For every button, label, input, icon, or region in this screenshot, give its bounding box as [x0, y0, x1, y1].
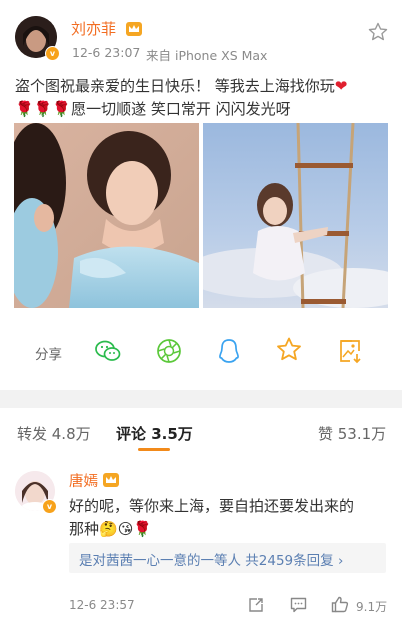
- comment-text-line2: 那种🤔😘🌹: [69, 520, 153, 538]
- red-heart-icon: ❤: [334, 77, 348, 95]
- comment-item: v 唐嫣 好的呢，等你来上海，要自拍还要发出来的 那种🤔😘🌹 是对茜茜一心一意的…: [0, 456, 402, 629]
- rose-icon: 🌹: [15, 100, 34, 118]
- favorite-share-star-icon[interactable]: [275, 336, 303, 364]
- comment-time: 12-6 23:57: [69, 598, 135, 612]
- qq-icon[interactable]: [215, 337, 243, 365]
- favorite-star-icon[interactable]: [368, 22, 388, 42]
- reply-thread-link[interactable]: 是对茜茜一心一意的一等人 共2459条回复 ›: [69, 543, 386, 573]
- share-label: 分享: [35, 347, 62, 363]
- comment-like-count: 9.1万: [356, 600, 388, 614]
- post-photo-2[interactable]: [203, 123, 388, 308]
- interaction-tabs: 转发 4.8万 评论 3.5万 赞 53.1万: [0, 408, 402, 456]
- smirk-emoji-icon: 🤔: [99, 520, 118, 538]
- tab-repost[interactable]: 转发 4.8万: [17, 423, 91, 444]
- tab-like[interactable]: 赞 53.1万: [318, 423, 386, 444]
- tab-comment[interactable]: 评论 3.5万: [116, 423, 193, 444]
- crown-icon: [103, 473, 119, 487]
- rose-icon: 🌹: [52, 100, 72, 118]
- commenter-name[interactable]: 唐嫣: [69, 470, 98, 491]
- tab-active-indicator: [138, 448, 170, 451]
- thumbs-up-icon[interactable]: [331, 596, 349, 613]
- moments-icon[interactable]: [155, 337, 183, 365]
- comment-text-line1: 好的呢，等你来上海，要自拍还要发出来的: [69, 497, 355, 515]
- post-time: 12-6 23:07: [72, 45, 141, 60]
- verified-badge-icon: v: [42, 499, 57, 514]
- post-text-line1: 盗个图祝最亲爱的生日快乐！ 等我去上海找你玩❤: [15, 74, 347, 99]
- verified-badge-icon: v: [45, 46, 60, 61]
- post-source: 来自 iPhone XS Max: [146, 48, 268, 63]
- rose-icon: 🌹: [33, 100, 53, 118]
- rose-icon: 🌹: [133, 520, 153, 538]
- wechat-icon[interactable]: [94, 337, 122, 365]
- reply-comment-icon[interactable]: [290, 597, 307, 613]
- share-comment-icon[interactable]: [248, 597, 264, 613]
- post-photo-1[interactable]: [14, 123, 199, 308]
- kiss-emoji-icon: 😘: [117, 520, 134, 538]
- post-card: v 刘亦菲 12-6 23:07 来自 iPhone XS Max 盗个图祝最亲…: [0, 0, 402, 390]
- crown-icon: [126, 22, 142, 36]
- post-text-line2: 🌹🌹🌹愿一切顺遂 笑口常开 闪闪发光呀: [15, 100, 291, 118]
- author-name[interactable]: 刘亦菲: [71, 18, 116, 39]
- save-image-icon[interactable]: [336, 337, 364, 365]
